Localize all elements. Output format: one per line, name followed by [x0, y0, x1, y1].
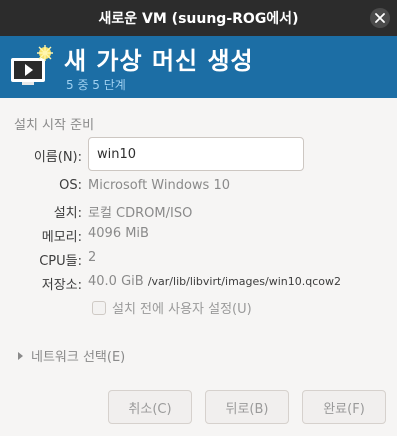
close-icon: [375, 13, 385, 23]
cpu-value: 2: [88, 250, 97, 265]
name-input[interactable]: [88, 137, 304, 171]
expander-arrow-icon: [18, 351, 23, 360]
memory-label: 메모리:: [41, 230, 82, 245]
network-expander[interactable]: 네트워크 선택(E): [18, 346, 125, 365]
wizard-header: 새 가상 머신 생성 5 중 5 단계: [0, 36, 397, 98]
cancel-button[interactable]: 취소(C): [108, 390, 192, 424]
wizard-step: 5 중 5 단계: [66, 78, 126, 92]
memory-value: 4096 MiB: [88, 226, 149, 241]
name-label: 이름(N):: [33, 150, 82, 165]
finish-button[interactable]: 완료(F): [302, 390, 386, 424]
install-label: 설치:: [53, 206, 82, 221]
install-value: 로컬 CDROM/ISO: [88, 206, 193, 221]
storage-value: 40.0 GiB /var/lib/libvirt/images/win10.q…: [88, 274, 341, 289]
storage-path: /var/lib/libvirt/images/win10.qcow2: [147, 275, 341, 288]
monitor-new-icon: [11, 45, 53, 85]
section-title: 설치 시작 준비: [14, 118, 95, 133]
customize-checkbox-row[interactable]: 설치 전에 사용자 설정(U): [92, 298, 252, 317]
back-button[interactable]: 뒤로(B): [205, 390, 289, 424]
storage-label: 저장소:: [41, 278, 82, 293]
cpu-label: CPU들:: [39, 254, 82, 269]
wizard-title: 새 가상 머신 생성: [64, 47, 254, 75]
customize-checkbox[interactable]: [92, 300, 106, 315]
window-title: 새로운 VM (suung-ROG에서): [98, 11, 299, 27]
window-titlebar: 새로운 VM (suung-ROG에서): [0, 0, 397, 36]
os-value: Microsoft Windows 10: [88, 178, 230, 193]
close-button[interactable]: [370, 8, 390, 28]
os-label: OS:: [59, 178, 82, 193]
customize-checkbox-label: 설치 전에 사용자 설정(U): [112, 302, 252, 317]
storage-size: 40.0 GiB: [88, 274, 144, 289]
network-expander-label: 네트워크 선택(E): [31, 350, 126, 365]
